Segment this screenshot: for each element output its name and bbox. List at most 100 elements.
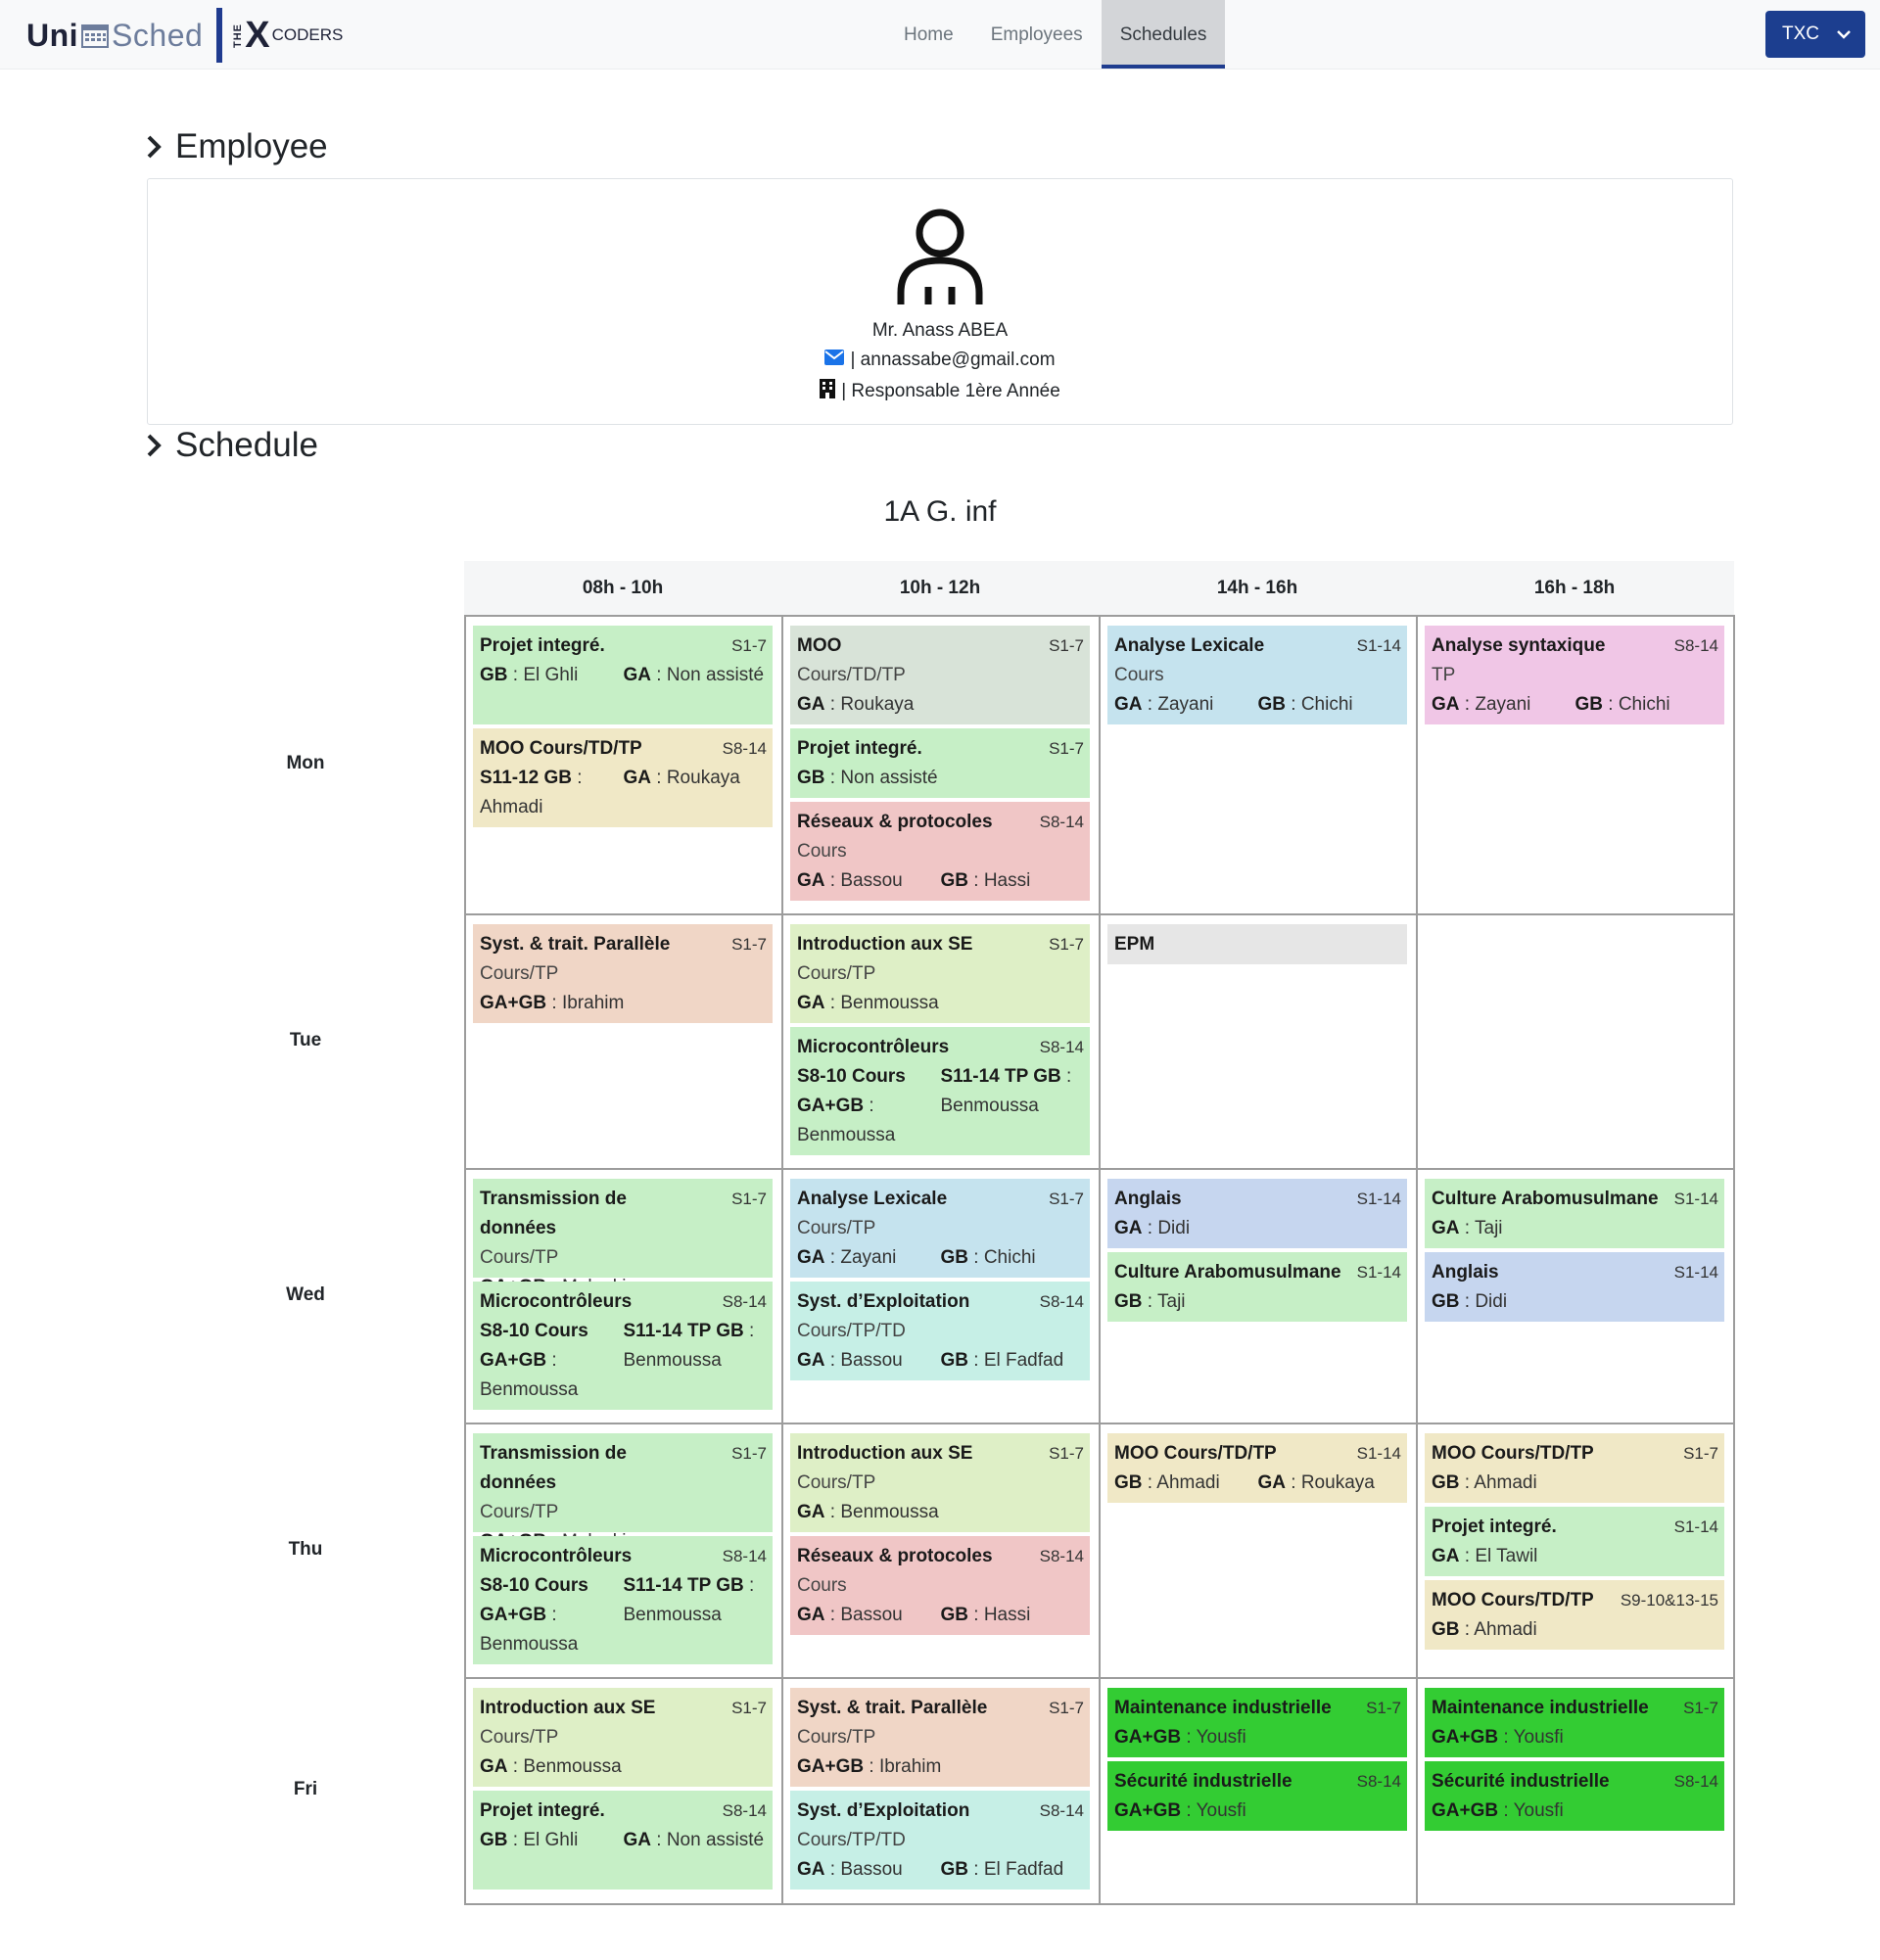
course-type: Cours bbox=[797, 841, 847, 862]
group-key: GA bbox=[797, 1247, 825, 1268]
course-title: Transmission de données bbox=[480, 1189, 627, 1238]
course-weeks: S1-14 bbox=[1673, 1517, 1718, 1536]
course-title: Introduction aux SE bbox=[480, 1698, 656, 1718]
group-key: S8-10 Cours GA+GB bbox=[797, 1066, 906, 1116]
course-title: MOO Cours/TD/TP bbox=[1432, 1443, 1594, 1464]
course-weeks: S1-7 bbox=[1366, 1699, 1401, 1717]
course-card[interactable]: EPM bbox=[1107, 924, 1407, 964]
course-card[interactable]: Analyse syntaxique S8-14 TP GA : Zayani GB… bbox=[1425, 626, 1724, 724]
group-teacher: : Bassou bbox=[829, 1859, 903, 1880]
group-teacher: : Non assisté bbox=[656, 665, 765, 685]
group-key: GB bbox=[1114, 1472, 1143, 1493]
course-weeks: S9-10&13-15 bbox=[1620, 1591, 1718, 1610]
course-weeks: S8-14 bbox=[1356, 1772, 1401, 1791]
group-key: GB bbox=[1257, 694, 1287, 715]
course-title: Introduction aux SE bbox=[797, 934, 973, 955]
course-card[interactable]: Réseaux & protocoles S8-14 Cours GA : Bas… bbox=[790, 1536, 1090, 1635]
course-card[interactable]: Introduction aux SE S1-7 Cours/TP GA : Be… bbox=[790, 924, 1090, 1023]
course-card[interactable]: Syst. d’Exploitation S8-14 Cours/TP/TD GA… bbox=[790, 1282, 1090, 1380]
course-title: Introduction aux SE bbox=[797, 1443, 973, 1464]
nav-schedules[interactable]: Schedules bbox=[1101, 0, 1226, 69]
course-title: Microcontrôleurs bbox=[480, 1546, 633, 1566]
brand-logo[interactable]: Uni Sched THE X CODERS bbox=[26, 8, 343, 63]
employee-email: | annassabe@gmail.com bbox=[850, 350, 1056, 371]
course-card[interactable]: Projet integré. S8-14 GB : El Ghli GA : No… bbox=[473, 1791, 773, 1890]
course-card[interactable]: Microcontrôleurs S8-14 S8-10 Cours GA+GB … bbox=[473, 1282, 773, 1410]
course-title: Projet integré. bbox=[480, 635, 605, 656]
course-card[interactable]: Syst. & trait. Parallèle S1-7 Cours/TP GA… bbox=[790, 1688, 1090, 1787]
group-key: GB bbox=[940, 1247, 969, 1268]
course-title: EPM bbox=[1114, 934, 1155, 955]
course-card[interactable]: Réseaux & protocoles S8-14 Cours GA : Bas… bbox=[790, 802, 1090, 901]
course-card[interactable]: Maintenance industrielle S1-7 GA+GB : You… bbox=[1107, 1688, 1407, 1757]
course-title: MOO bbox=[797, 635, 842, 656]
group-teacher: : Roukaya bbox=[829, 694, 915, 715]
course-card[interactable]: Introduction aux SE S1-7 Cours/TP GA : Be… bbox=[790, 1433, 1090, 1532]
course-card[interactable]: MOO Cours/TD/TP S8-14 S11-12 GB : Ahmadi G… bbox=[473, 728, 773, 827]
group-key: GB bbox=[940, 1350, 969, 1371]
org-dropdown-button[interactable]: TXC bbox=[1765, 11, 1865, 58]
course-card[interactable]: Syst. d’Exploitation S8-14 Cours/TP/TD GA… bbox=[790, 1791, 1090, 1890]
group-key: GA bbox=[797, 1502, 825, 1522]
course-card[interactable]: MOO Cours/TD/TP S1-7 GB : Ahmadi bbox=[1425, 1433, 1724, 1503]
group-key: S8-10 Cours GA+GB bbox=[480, 1321, 588, 1371]
course-title: MOO Cours/TD/TP bbox=[1432, 1590, 1594, 1610]
course-card[interactable]: Analyse Lexicale S1-7 Cours/TP GA : Zayan… bbox=[790, 1179, 1090, 1278]
nav-home[interactable]: Home bbox=[885, 0, 972, 69]
group-teacher: : Bassou bbox=[829, 1350, 903, 1371]
course-type: Cours/TP bbox=[480, 963, 559, 984]
course-card[interactable]: Projet integré. S1-7 GB : Non assisté bbox=[790, 728, 1090, 798]
course-card[interactable]: MOO S1-7 Cours/TD/TP GA : Roukaya bbox=[790, 626, 1090, 724]
group-teacher: : El Fadfad bbox=[973, 1859, 1064, 1880]
course-weeks: S1-7 bbox=[1049, 739, 1084, 758]
course-card[interactable]: Transmission de donnéesS1-7 Cours/TP GA+… bbox=[473, 1433, 773, 1552]
schedule-title: 1A G. inf bbox=[883, 495, 997, 528]
course-card[interactable]: Analyse Lexicale S1-14 Cours GA : Zayani G… bbox=[1107, 626, 1407, 724]
course-card[interactable]: Projet integré. S1-14 GA : El Tawil bbox=[1425, 1507, 1724, 1576]
timeslot-header: 10h - 12h bbox=[899, 578, 981, 598]
group-teacher: : Chichi bbox=[1291, 694, 1353, 715]
course-card[interactable]: MOO Cours/TD/TP S9-10&13-15 GB : Ahmadi bbox=[1425, 1580, 1724, 1650]
course-card[interactable]: Microcontrôleurs S8-14 S8-10 Cours GA+GB … bbox=[473, 1536, 773, 1664]
course-card[interactable]: Sécurité industrielle S8-14 GA+GB : Yousf… bbox=[1425, 1761, 1724, 1831]
building-icon bbox=[820, 379, 836, 404]
course-card[interactable]: Maintenance industrielle S1-7 GA+GB : You… bbox=[1425, 1688, 1724, 1757]
course-weeks: S1-7 bbox=[731, 1190, 767, 1208]
group-teacher: : El Tawil bbox=[1464, 1546, 1538, 1566]
course-card[interactable]: Projet integré. S1-7 GB : El Ghli GA : Non… bbox=[473, 626, 773, 724]
logo-coders-text: CODERS bbox=[271, 25, 344, 44]
course-card[interactable]: Transmission de donnéesS1-7 Cours/TP GA+… bbox=[473, 1179, 773, 1297]
course-weeks: S1-14 bbox=[1673, 1263, 1718, 1282]
course-card[interactable]: Culture Arabomusulmane S1-14 GB : Taji bbox=[1107, 1252, 1407, 1322]
course-card[interactable]: Anglais S1-14 GB : Didi bbox=[1425, 1252, 1724, 1322]
course-weeks: S1-14 bbox=[1673, 1190, 1718, 1208]
course-title: Microcontrôleurs bbox=[480, 1291, 633, 1312]
course-card[interactable]: Syst. & trait. Parallèle S1-7 Cours/TP GA… bbox=[473, 924, 773, 1023]
group-teacher: : Chichi bbox=[1608, 694, 1670, 715]
course-weeks: S1-14 bbox=[1356, 1444, 1401, 1463]
group-key: GA bbox=[797, 993, 825, 1013]
timeslot-header-row: 08h - 10h 10h - 12h 14h - 16h 16h - 18h bbox=[464, 561, 1734, 615]
course-title: Projet integré. bbox=[480, 1800, 605, 1821]
course-type: Cours bbox=[1114, 665, 1164, 685]
course-card[interactable]: Culture Arabomusulmane S1-14 GA : Taji bbox=[1425, 1179, 1724, 1248]
group-key: S11-14 TP GB bbox=[940, 1066, 1061, 1087]
course-card[interactable]: Microcontrôleurs S8-14 S8-10 Cours GA+GB … bbox=[790, 1027, 1090, 1155]
timeslot-header: 14h - 16h bbox=[1216, 578, 1298, 598]
course-card[interactable]: Introduction aux SE S1-7 Cours/TP GA : Be… bbox=[473, 1688, 773, 1787]
course-weeks: S8-14 bbox=[1673, 636, 1718, 655]
course-card[interactable]: MOO Cours/TD/TP S1-14 GB : Ahmadi GA : Rou… bbox=[1107, 1433, 1407, 1503]
group-teacher: : Ahmadi bbox=[1464, 1619, 1537, 1640]
nav-employees[interactable]: Employees bbox=[972, 0, 1102, 69]
group-teacher: : Yousfi bbox=[1186, 1800, 1246, 1821]
course-card[interactable]: Anglais S1-14 GA : Didi bbox=[1107, 1179, 1407, 1248]
course-weeks: S8-14 bbox=[1039, 1292, 1084, 1311]
group-teacher: : Non assisté bbox=[656, 1830, 765, 1850]
course-card[interactable]: Sécurité industrielle S8-14 GA+GB : Yousf… bbox=[1107, 1761, 1407, 1831]
course-weeks: S8-14 bbox=[1039, 1801, 1084, 1820]
group-key: GA bbox=[797, 1605, 825, 1625]
course-weeks: S1-7 bbox=[731, 1444, 767, 1463]
course-title: Réseaux & protocoles bbox=[797, 1546, 993, 1566]
course-weeks: S8-14 bbox=[1039, 1547, 1084, 1565]
group-teacher: : Roukaya bbox=[656, 768, 740, 788]
